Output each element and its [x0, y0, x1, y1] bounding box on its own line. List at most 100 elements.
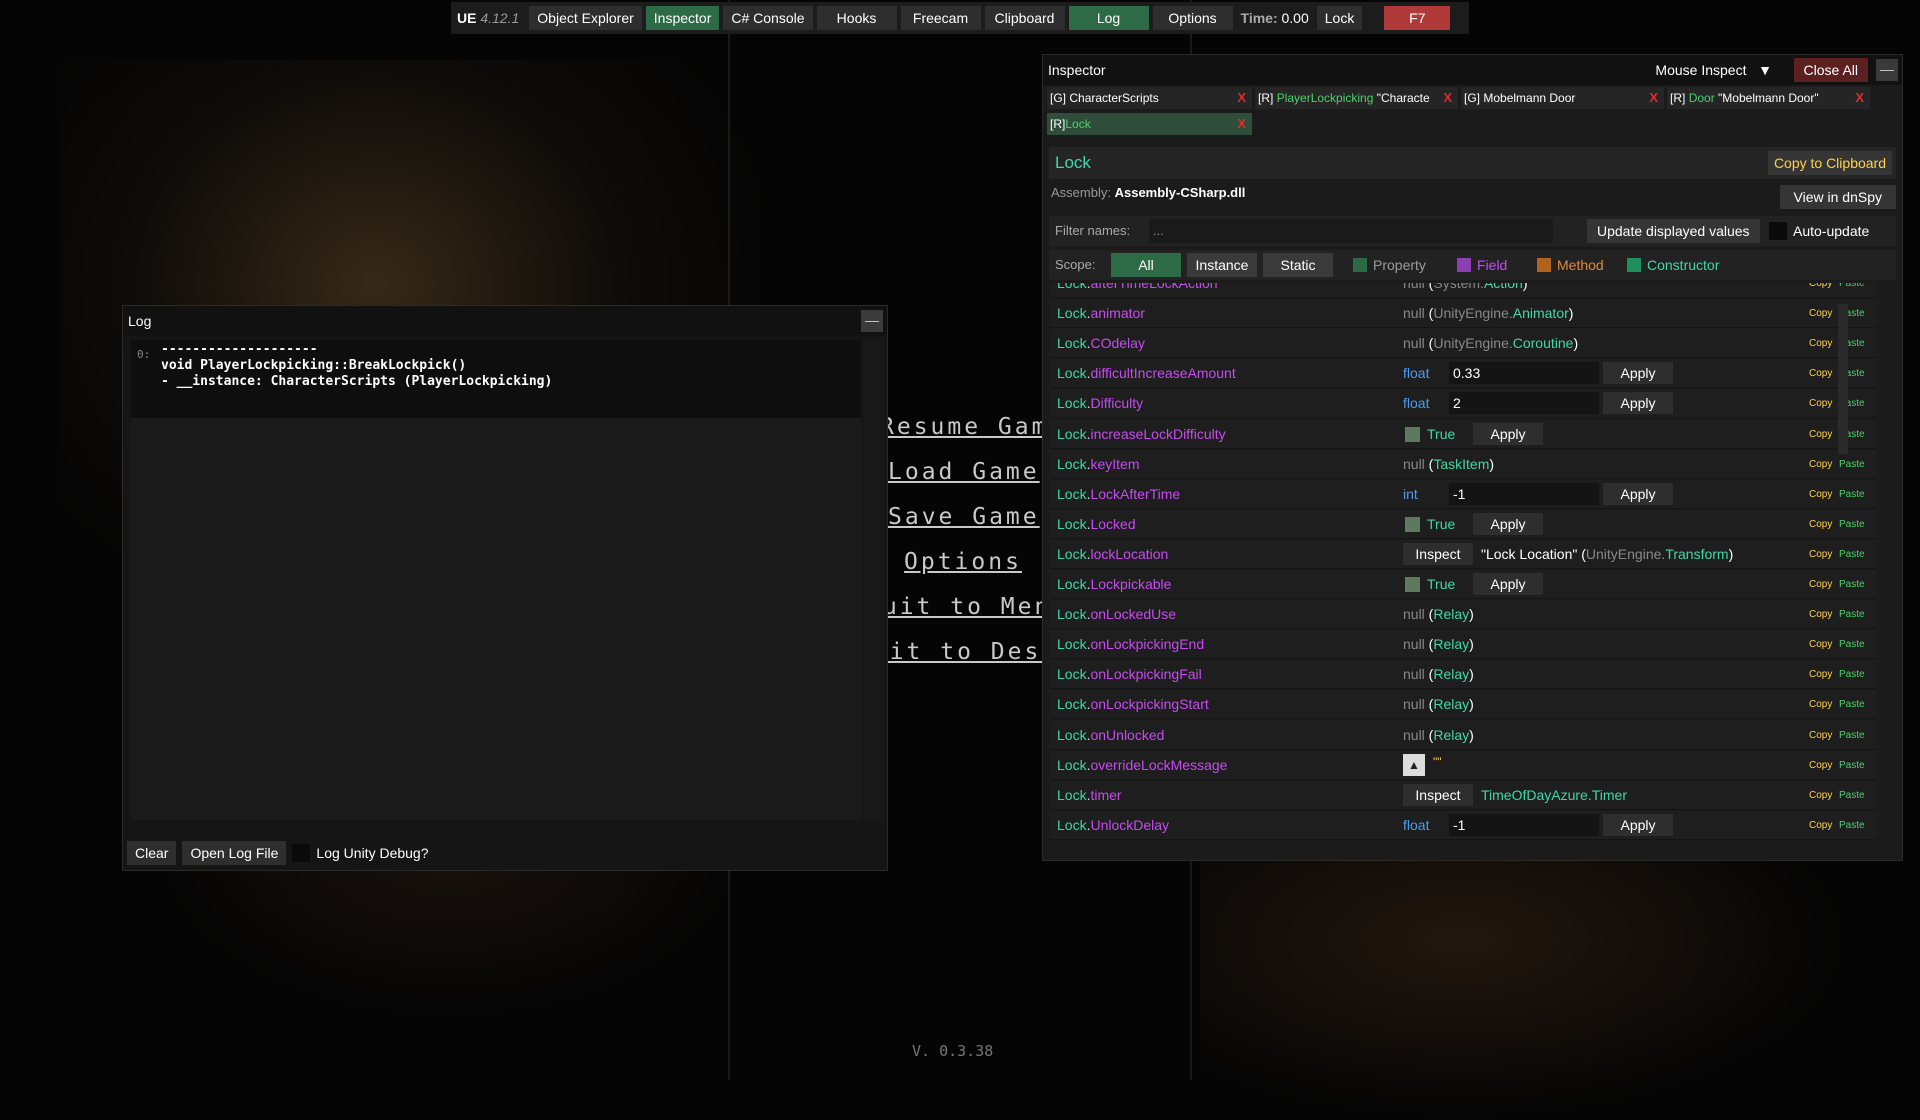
object-explorer-button[interactable]: Object Explorer [529, 6, 642, 30]
legend-property[interactable]: Property [1353, 257, 1426, 273]
menu-save-game[interactable]: Save Game [888, 495, 1046, 540]
copy-button[interactable]: Copy [1809, 690, 1832, 719]
copy-button[interactable]: Copy [1809, 510, 1832, 539]
scope-static-button[interactable]: Static [1263, 253, 1333, 277]
member-value-input[interactable]: 2 [1449, 392, 1599, 415]
view-in-dnspy-button[interactable]: View in dnSpy [1779, 185, 1896, 209]
close-all-button[interactable]: Close All [1793, 58, 1868, 82]
member-name[interactable]: Lock.Lockpickable [1057, 570, 1171, 599]
minimize-button[interactable]: — [1876, 59, 1898, 81]
member-name[interactable]: Lock.UnlockDelay [1057, 811, 1169, 840]
copy-button[interactable]: Copy [1809, 811, 1832, 840]
copy-button[interactable]: Copy [1809, 480, 1832, 509]
log-button[interactable]: Log [1068, 6, 1149, 30]
bool-checkbox[interactable] [1405, 516, 1420, 532]
menu-resume-game[interactable]: Resume Game [880, 405, 1062, 450]
copy-button[interactable]: Copy [1809, 781, 1832, 810]
member-name[interactable]: Lock.onLockpickingEnd [1057, 630, 1204, 659]
close-tab-icon[interactable]: X [1237, 87, 1246, 109]
auto-update-checkbox[interactable] [1769, 222, 1787, 240]
close-tab-icon[interactable]: X [1649, 87, 1658, 109]
copy-button[interactable]: Copy [1809, 751, 1832, 780]
member-name[interactable]: Lock.lockLocation [1057, 540, 1168, 569]
member-value-input[interactable]: -1 [1449, 482, 1599, 505]
menu-load-game[interactable]: Load Game [888, 450, 1046, 495]
menu-options[interactable]: Options [904, 540, 1046, 585]
paste-button[interactable]: Paste [1839, 630, 1865, 659]
bool-checkbox[interactable] [1405, 577, 1420, 592]
clipboard-button[interactable]: Clipboard [984, 6, 1065, 30]
copy-button[interactable]: Copy [1809, 660, 1832, 689]
close-tab-icon[interactable]: X [1237, 113, 1246, 135]
copy-button[interactable]: Copy [1809, 570, 1832, 599]
apply-button[interactable]: Apply [1473, 422, 1543, 445]
scope-all-button[interactable]: All [1111, 253, 1181, 277]
member-name[interactable]: Lock.increaseLockDifficulty [1057, 420, 1226, 449]
time-lock-button[interactable]: Lock [1316, 6, 1363, 30]
expand-icon[interactable]: ▲ [1403, 753, 1425, 776]
legend-constructor[interactable]: Constructor [1627, 257, 1719, 273]
inspector-button[interactable]: Inspector [645, 6, 720, 30]
paste-button[interactable]: Paste [1839, 811, 1865, 840]
log-unity-debug-checkbox[interactable] [292, 844, 311, 862]
member-list-scrollbar[interactable] [1838, 304, 1848, 454]
hooks-button[interactable]: Hooks [816, 6, 897, 30]
copy-button[interactable]: Copy [1809, 450, 1832, 479]
member-name[interactable]: Lock.difficultIncreaseAmount [1057, 359, 1236, 388]
log-entry-text[interactable]: -------------------- void PlayerLockpick… [161, 342, 552, 390]
member-name[interactable]: Lock.onLockpickingStart [1057, 690, 1209, 719]
apply-button[interactable]: Apply [1603, 813, 1673, 836]
apply-button[interactable]: Apply [1473, 512, 1543, 535]
options-button[interactable]: Options [1152, 6, 1233, 30]
member-name[interactable]: Lock.onLockedUse [1057, 600, 1176, 629]
paste-button[interactable]: Paste [1839, 480, 1865, 509]
freecam-button[interactable]: Freecam [900, 6, 981, 30]
member-name[interactable]: Lock.keyItem [1057, 450, 1139, 479]
copy-button[interactable]: Copy [1809, 721, 1832, 750]
paste-button[interactable]: Paste [1839, 283, 1865, 298]
csharp-console-button[interactable]: C# Console [723, 6, 813, 30]
member-name[interactable]: Lock.Locked [1057, 510, 1136, 539]
copy-button[interactable]: Copy [1809, 630, 1832, 659]
member-value-input[interactable]: -1 [1449, 813, 1599, 836]
apply-button[interactable]: Apply [1603, 362, 1673, 385]
paste-button[interactable]: Paste [1839, 510, 1865, 539]
open-log-file-button[interactable]: Open Log File [182, 841, 287, 865]
member-name[interactable]: Lock.timer [1057, 781, 1122, 810]
member-value-input[interactable]: 0.33 [1449, 362, 1599, 385]
paste-button[interactable]: Paste [1839, 721, 1865, 750]
copy-button[interactable]: Copy [1809, 540, 1832, 569]
member-name[interactable]: Lock.LockAfterTime [1057, 480, 1180, 509]
apply-button[interactable]: Apply [1603, 482, 1673, 505]
inspect-button[interactable]: Inspect [1403, 783, 1473, 806]
member-name[interactable]: Lock.Difficulty [1057, 389, 1143, 418]
paste-button[interactable]: Paste [1839, 781, 1865, 810]
close-tab-icon[interactable]: X [1855, 87, 1864, 109]
scope-instance-button[interactable]: Instance [1187, 253, 1257, 277]
copy-button[interactable]: Copy [1809, 389, 1832, 418]
tab-characterscripts[interactable]: [G] CharacterScripts X [1047, 87, 1252, 109]
update-displayed-values-button[interactable]: Update displayed values [1587, 219, 1760, 243]
copy-button[interactable]: Copy [1809, 600, 1832, 629]
legend-field[interactable]: Field [1457, 257, 1507, 273]
tab-playerlockpicking[interactable]: [R] PlayerLockpicking "Characte X [1255, 87, 1458, 109]
tab-door[interactable]: [R] Door "Mobelmann Door" X [1667, 87, 1870, 109]
member-name[interactable]: Lock.afterTimeLockAction [1057, 283, 1218, 298]
copy-button[interactable]: Copy [1809, 359, 1832, 388]
apply-button[interactable]: Apply [1473, 573, 1543, 595]
minimize-button[interactable]: — [861, 310, 883, 332]
copy-button[interactable]: Copy [1809, 420, 1832, 449]
copy-button[interactable]: Copy [1809, 283, 1832, 298]
tab-mobelmann-door[interactable]: [G] Mobelmann Door X [1461, 87, 1664, 109]
inspector-title-bar[interactable]: Inspector Mouse Inspect ▼ Close All — [1043, 55, 1902, 85]
log-scrollbar[interactable] [863, 340, 883, 820]
hotkey-button[interactable]: F7 [1384, 6, 1451, 30]
paste-button[interactable]: Paste [1839, 570, 1865, 599]
member-name[interactable]: Lock.onUnlocked [1057, 721, 1164, 750]
menu-quit-to-menu[interactable]: Quit to Menu [866, 585, 1065, 630]
tab-lock[interactable]: [R]Lock X [1047, 113, 1252, 135]
inspect-button[interactable]: Inspect [1403, 542, 1473, 565]
clear-log-button[interactable]: Clear [127, 841, 177, 865]
bool-checkbox[interactable] [1405, 426, 1420, 442]
copy-button[interactable]: Copy [1809, 329, 1832, 358]
